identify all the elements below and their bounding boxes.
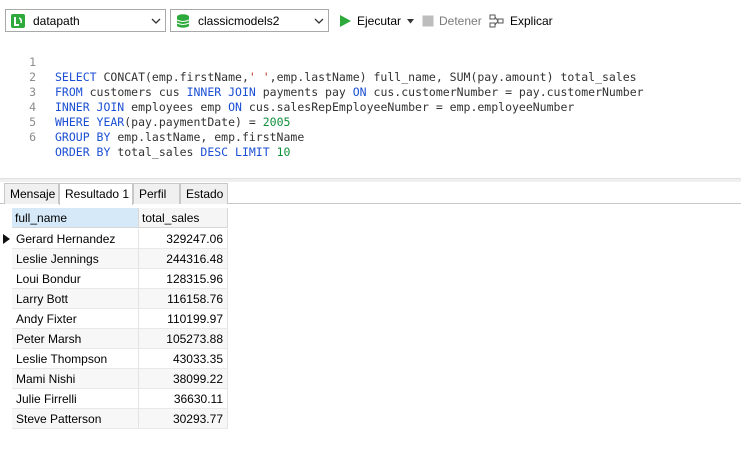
chevron-down-icon[interactable]	[407, 18, 415, 24]
column-header-full-name[interactable]: full_name	[12, 208, 139, 228]
code-line: 1 SELECT CONCAT(emp.firstName,' ',emp.la…	[0, 40, 637, 84]
row-header	[0, 409, 12, 429]
code-text: FROM customers cus INNER JOIN payments p…	[55, 85, 644, 99]
stop-button[interactable]: Detener	[422, 11, 482, 31]
table-row[interactable]: Steve Patterson 30293.77	[0, 409, 228, 429]
run-label: Ejecutar	[357, 14, 402, 28]
result-tabs: Mensaje Resultado 1 Perfil Estado	[0, 182, 741, 205]
cell-total-sales[interactable]: 128315.96	[139, 269, 228, 289]
cell-total-sales[interactable]: 43033.35	[139, 349, 228, 369]
cell-full-name[interactable]: Mami Nishi	[12, 369, 139, 389]
code-line: 6 ORDER BY total_sales DESC LIMIT 10	[0, 115, 290, 159]
stop-icon	[422, 15, 434, 27]
code-line: 2 FROM customers cus INNER JOIN payments…	[0, 55, 644, 99]
row-pointer-icon	[0, 229, 12, 249]
line-number: 6	[29, 130, 36, 144]
code-text: INNER JOIN employees emp ON cus.salesRep…	[55, 100, 575, 114]
code-text: SELECT CONCAT(emp.firstName,' ',emp.last…	[55, 70, 637, 84]
code-line: 4 WHERE YEAR(pay.paymentDate) = 2005	[0, 85, 290, 129]
table-row[interactable]: Julie Firrelli 36630.11	[0, 389, 228, 409]
cell-total-sales[interactable]: 36630.11	[139, 389, 228, 409]
cell-full-name[interactable]: Larry Bott	[12, 289, 139, 309]
cell-total-sales[interactable]: 244316.48	[139, 249, 228, 269]
tab-perfil[interactable]: Perfil	[133, 183, 180, 204]
cell-full-name[interactable]: Peter Marsh	[12, 329, 139, 349]
cell-total-sales[interactable]: 110199.97	[139, 309, 228, 329]
cell-full-name[interactable]: Loui Bondur	[12, 269, 139, 289]
cell-total-sales[interactable]: 116158.76	[139, 289, 228, 309]
sql-editor[interactable]: 1 SELECT CONCAT(emp.firstName,' ',emp.la…	[0, 38, 741, 178]
cell-total-sales[interactable]: 38099.22	[139, 369, 228, 389]
database-select[interactable]: classicmodels2	[170, 9, 329, 32]
code-line: 5 GROUP BY emp.lastName, emp.firstName	[0, 100, 304, 144]
database-icon	[174, 12, 192, 30]
table-row[interactable]: Loui Bondur 128315.96	[0, 269, 228, 289]
code-text: ORDER BY total_sales DESC LIMIT 10	[55, 145, 291, 159]
code-text: WHERE YEAR(pay.paymentDate) = 2005	[55, 115, 291, 129]
toolbar: datapath classicmodels2 Ejecutar Detener…	[0, 0, 741, 38]
cell-full-name[interactable]: Andy Fixter	[12, 309, 139, 329]
table-row[interactable]: Mami Nishi 38099.22	[0, 369, 228, 389]
database-name: classicmodels2	[198, 13, 280, 28]
table-row[interactable]: Larry Bott 116158.76	[0, 289, 228, 309]
cell-full-name[interactable]: Leslie Thompson	[12, 349, 139, 369]
row-header	[0, 269, 12, 289]
row-header	[0, 369, 12, 389]
explain-button[interactable]: Explicar	[489, 11, 553, 31]
cell-full-name[interactable]: Steve Patterson	[12, 409, 139, 429]
table-row[interactable]: Leslie Jennings 244316.48	[0, 249, 228, 269]
database-connection-icon	[9, 12, 27, 30]
row-header	[0, 349, 12, 369]
row-header	[0, 389, 12, 409]
chevron-down-icon[interactable]	[147, 10, 165, 31]
row-header	[0, 309, 12, 329]
tab-estado[interactable]: Estado	[180, 183, 228, 204]
row-header	[0, 329, 12, 349]
connection-name: datapath	[33, 13, 80, 28]
play-icon	[338, 14, 352, 28]
cell-full-name[interactable]: Gerard Hernandez	[12, 229, 139, 249]
code-line: 3 INNER JOIN employees emp ON cus.salesR…	[0, 70, 574, 114]
cell-total-sales[interactable]: 105273.88	[139, 329, 228, 349]
cell-total-sales[interactable]: 30293.77	[139, 409, 228, 429]
table-row[interactable]: Andy Fixter 110199.97	[0, 309, 228, 329]
tab-mensaje[interactable]: Mensaje	[4, 183, 59, 204]
code-text: GROUP BY emp.lastName, emp.firstName	[55, 130, 305, 144]
explain-label: Explicar	[510, 14, 553, 28]
tab-resultado-1[interactable]: Resultado 1	[59, 183, 133, 205]
connection-select[interactable]: datapath	[5, 9, 166, 32]
cell-full-name[interactable]: Leslie Jennings	[12, 249, 139, 269]
stop-label: Detener	[439, 14, 482, 28]
run-button[interactable]: Ejecutar	[338, 11, 415, 31]
explain-plan-icon	[489, 14, 505, 28]
table-row[interactable]: Gerard Hernandez 329247.06	[0, 229, 228, 249]
cell-full-name[interactable]: Julie Firrelli	[12, 389, 139, 409]
cell-total-sales[interactable]: 329247.06	[139, 229, 228, 249]
table-row[interactable]: Peter Marsh 105273.88	[0, 329, 228, 349]
row-header	[0, 249, 12, 269]
row-header	[0, 289, 12, 309]
column-header-total-sales[interactable]: total_sales	[139, 208, 228, 228]
table-row[interactable]: Leslie Thompson 43033.35	[0, 349, 228, 369]
chevron-down-icon[interactable]	[310, 10, 328, 31]
